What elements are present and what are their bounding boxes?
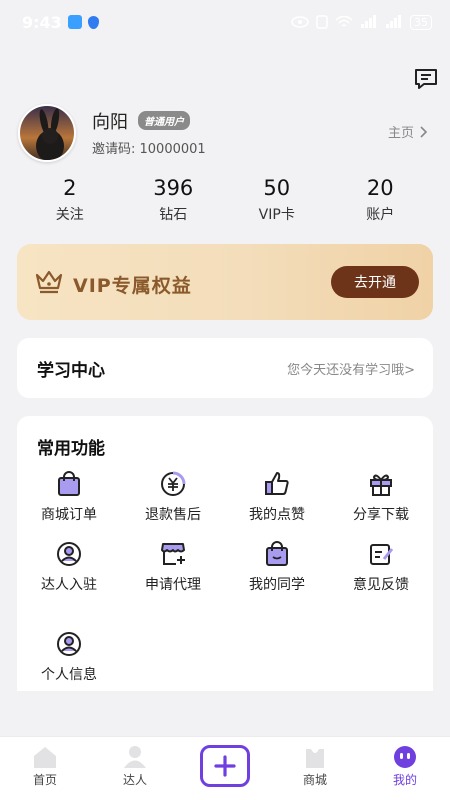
profile-header: 向阳 普通用户 邀请码: 10000001 主页: [18, 104, 432, 164]
function-refund[interactable]: 退款售后: [121, 470, 225, 540]
message-button[interactable]: [413, 66, 439, 92]
tab-label: 商城: [302, 773, 327, 787]
home-page-link[interactable]: 主页: [388, 122, 428, 141]
function-personal-info[interactable]: 个人信息: [17, 630, 121, 700]
chevron-right-icon: [420, 125, 428, 138]
vip-title: VIP专属权益: [73, 275, 192, 297]
function-label: 我的点赞: [249, 507, 305, 523]
classmate-bag-icon: [266, 541, 288, 566]
function-share-download[interactable]: 分享下载: [329, 470, 433, 540]
tab-mall[interactable]: 商城: [270, 737, 360, 800]
home-icon: [34, 747, 56, 768]
feedback-edit-icon: [370, 544, 394, 565]
function-apply-agent[interactable]: 申请代理: [121, 540, 225, 610]
function-my-likes[interactable]: 我的点赞: [225, 470, 329, 540]
function-label: 意见反馈: [353, 577, 409, 593]
function-mall-orders[interactable]: 商城订单: [17, 470, 121, 540]
status-time: 9:43: [22, 12, 62, 32]
yen-refund-icon: [161, 471, 186, 496]
wifi-icon: [335, 15, 353, 27]
study-center-hint[interactable]: 您今天还没有学习哦>: [287, 359, 415, 378]
stat-vip-card[interactable]: 50 VIP卡: [225, 176, 329, 232]
tab-home[interactable]: 首页: [0, 737, 90, 800]
tab-expert[interactable]: 达人: [90, 737, 180, 800]
function-label: 个人信息: [41, 667, 97, 683]
chat-app-icon: [67, 15, 82, 29]
tab-label: 达人: [122, 773, 147, 787]
function-label: 商城订单: [41, 507, 97, 523]
expert-icon: [124, 746, 146, 768]
thumbs-up-icon: [265, 472, 289, 495]
profile-icon: [57, 632, 81, 656]
stats-row: 2 关注 396 钻石 50 VIP卡 20 账户: [18, 176, 432, 232]
stat-label: 账户: [366, 207, 395, 223]
stat-label: 关注: [55, 207, 84, 223]
home-page-label: 主页: [387, 126, 414, 141]
stat-account[interactable]: 20 账户: [329, 176, 433, 232]
stat-diamond[interactable]: 396 钻石: [122, 176, 226, 232]
function-label: 退款售后: [145, 507, 201, 523]
common-functions-title: 常用功能: [37, 439, 105, 459]
function-my-classmates[interactable]: 我的同学: [225, 540, 329, 610]
stat-value: 2: [63, 176, 77, 200]
battery-indicator: 35: [410, 14, 432, 30]
common-functions-card: 常用功能 商城订单 退款售后 我的点赞 分享下载 达人入驻 申请代理 我的同学 …: [17, 416, 433, 691]
tab-mine[interactable]: 我的: [360, 737, 450, 800]
stat-value: 396: [153, 176, 194, 200]
stat-label: 钻石: [159, 207, 188, 223]
mall-bag-icon: [306, 749, 324, 768]
user-level-badge: 普通用户: [138, 111, 190, 130]
gift-icon: [370, 474, 392, 496]
eye-icon: [291, 16, 309, 28]
bottom-tab-bar: 首页 达人 商城 我的: [0, 736, 450, 800]
user-name: 向阳: [92, 112, 128, 133]
study-center-card[interactable]: 学习中心 您今天还没有学习哦>: [17, 338, 433, 398]
function-label: 我的同学: [249, 577, 305, 593]
plus-icon: [214, 755, 236, 777]
function-feedback[interactable]: 意见反馈: [329, 540, 433, 610]
function-label: 分享下载: [353, 507, 409, 523]
avatar[interactable]: [18, 104, 76, 162]
function-label: 申请代理: [145, 577, 201, 593]
crown-icon: [35, 270, 63, 294]
shield-icon: [87, 15, 99, 29]
status-bar: 9:43 35: [0, 0, 450, 44]
function-expert-join[interactable]: 达人入驻: [17, 540, 121, 610]
message-icon: [415, 69, 437, 89]
shopping-bag-icon: [58, 471, 80, 496]
user-circle-icon: [57, 542, 81, 566]
tab-label: 首页: [32, 773, 57, 787]
signal-icon: [361, 15, 376, 28]
mine-face-icon: [394, 746, 416, 768]
study-center-title: 学习中心: [37, 361, 105, 381]
stat-follow[interactable]: 2 关注: [18, 176, 122, 232]
stat-value: 50: [263, 176, 291, 200]
vip-banner[interactable]: VIP专属权益 去开通: [17, 244, 433, 320]
stat-label: VIP卡: [258, 207, 295, 223]
tab-label: 我的: [392, 773, 417, 787]
signal-2-icon: [386, 15, 401, 28]
function-label: 达人入驻: [41, 577, 97, 593]
store-add-icon: [161, 543, 185, 565]
invite-code: 邀请码: 10000001: [92, 142, 206, 157]
tab-plus-button[interactable]: [200, 745, 250, 787]
vip-activate-button[interactable]: 去开通: [331, 266, 419, 298]
stat-value: 20: [366, 176, 394, 200]
nfc-icon: [316, 15, 328, 29]
